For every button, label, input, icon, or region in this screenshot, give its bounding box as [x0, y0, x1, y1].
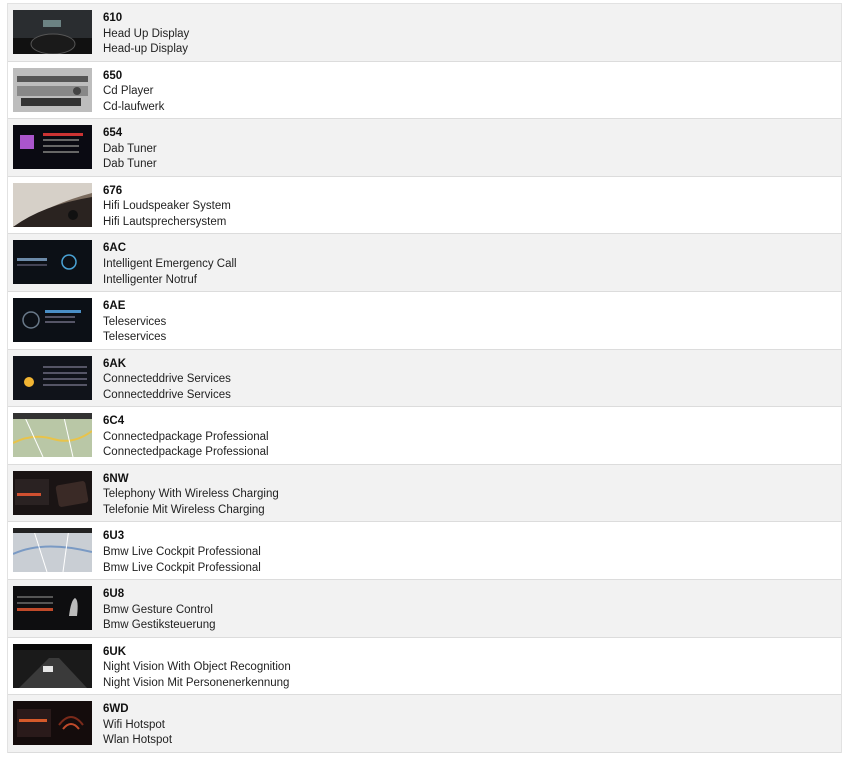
option-name-en: Cd Player [103, 85, 154, 98]
option-code: 610 [103, 12, 123, 24]
option-name-en: Intelligent Emergency Call [103, 257, 237, 270]
option-text: 6U8 Bmw Gesture Control Bmw Gestiksteuerun… [103, 587, 216, 634]
list-item[interactable]: 610 Head Up Display Head-up Display [8, 4, 841, 62]
list-item[interactable]: 6UK Night Vision With Object Recognition N… [8, 637, 841, 696]
option-name-de: Wlan Hotspot [103, 734, 173, 747]
option-text: 6UK Night Vision With Object Recognition N… [103, 645, 291, 692]
option-name-en: Dab Tuner [103, 142, 157, 155]
option-name-en: Bmw Live Cockpit Professional [103, 545, 261, 558]
option-code: 6UK [103, 645, 127, 658]
option-name-de: Head-up Display [103, 43, 189, 56]
option-text: 6C4 Connectedpackage Professional Connecte… [103, 414, 269, 461]
speaker-icon [13, 182, 92, 227]
list-item[interactable]: 676 Hifi Loudspeaker System Hifi Lautsprec… [8, 176, 841, 235]
option-name-en: Night Vision With Object Recognition [103, 661, 291, 674]
map-icon [13, 413, 92, 458]
option-code: 6NW [103, 472, 129, 485]
option-code: 676 [103, 184, 123, 197]
option-name-de: Dab Tuner [103, 158, 157, 171]
option-name-en: Telephony With Wireless Charging [103, 488, 279, 501]
option-text: 6AK Connecteddrive Services Connecteddrive… [103, 357, 231, 404]
option-text: 6AC Intelligent Emergency Call Intelligent… [103, 241, 237, 288]
option-text: 6U3 Bmw Live Cockpit Professional Bmw Live… [103, 529, 261, 576]
option-name-de: Hifi Lautsprechersystem [103, 215, 227, 228]
option-name-en: Teleservices [103, 315, 167, 328]
option-name-de: Night Vision Mit Personenerkennung [103, 676, 290, 689]
gesture-control-icon [13, 585, 92, 630]
option-text: 610 Head Up Display Head-up Display [103, 11, 189, 58]
option-code: 6U8 [103, 587, 125, 600]
list-item[interactable]: 6NW Telephony With Wireless Charging Telef… [8, 464, 841, 523]
option-name-en: Connectedpackage Professional [103, 430, 269, 443]
list-item[interactable]: 650 Cd Player Cd-laufwerk [8, 61, 841, 120]
option-name-de: Connecteddrive Services [103, 388, 231, 401]
list-item[interactable]: 654 Dab Tuner Dab Tuner [8, 119, 841, 177]
weather-screen-icon [13, 355, 92, 400]
option-name-en: Hifi Loudspeaker System [103, 200, 231, 213]
option-code: 6AK [103, 357, 127, 370]
wifi-hotspot-icon [13, 701, 92, 746]
teleservice-icon [13, 297, 92, 342]
option-name-en: Wifi Hotspot [103, 718, 165, 731]
option-code: 650 [103, 69, 123, 82]
option-name-de: Teleservices [103, 331, 167, 344]
list-item[interactable]: 6U8 Bmw Gesture Control Bmw Gestiksteuerun… [8, 579, 841, 638]
option-name-de: Cd-laufwerk [103, 100, 165, 113]
option-name-en: Connecteddrive Services [103, 373, 231, 386]
list-item[interactable]: 6C4 Connectedpackage Professional Connecte… [8, 407, 841, 465]
navigation-map-icon [13, 528, 92, 573]
option-name-de: Bmw Gestiksteuerung [103, 619, 216, 632]
list-item[interactable]: 6U3 Bmw Live Cockpit Professional Bmw Live… [8, 522, 841, 580]
list-item[interactable]: 6AC Intelligent Emergency Call Intelligent… [8, 234, 841, 292]
options-list: 610 Head Up Display Head-up Display 650 Cd P… [7, 3, 842, 753]
option-code: 6WD [103, 703, 129, 716]
option-text: 676 Hifi Loudspeaker System Hifi Lautsprec… [103, 184, 231, 231]
option-code: 6AE [103, 299, 126, 312]
option-text: 6AE Teleservices Teleservices [103, 299, 166, 346]
option-code: 6U3 [103, 530, 125, 543]
option-text: 6NW Telephony With Wireless Charging Telef… [103, 472, 279, 519]
option-text: 654 Dab Tuner Dab Tuner [103, 126, 157, 173]
option-name-en: Head Up Display [103, 27, 190, 40]
night-vision-icon [13, 643, 92, 688]
option-text: 6WD Wifi Hotspot Wlan Hotspot [103, 702, 172, 749]
option-text: 650 Cd Player Cd-laufwerk [103, 69, 164, 116]
option-name-en: Bmw Gesture Control [103, 603, 213, 616]
radio-screen-icon [13, 125, 92, 170]
option-name-de: Connectedpackage Professional [103, 446, 269, 459]
list-item[interactable]: 6WD Wifi Hotspot Wlan Hotspot [8, 695, 841, 753]
emergency-call-icon [13, 240, 92, 285]
option-code: 6C4 [103, 415, 125, 428]
option-name-de: Intelligenter Notruf [103, 273, 197, 286]
hud-icon [13, 10, 92, 54]
option-code: 6AC [103, 242, 127, 255]
cd-player-icon [13, 67, 92, 112]
wireless-charging-icon [13, 470, 92, 515]
option-name-de: Telefonie Mit Wireless Charging [103, 503, 265, 516]
list-item[interactable]: 6AK Connecteddrive Services Connecteddrive… [8, 349, 841, 408]
list-item[interactable]: 6AE Teleservices Teleservices [8, 291, 841, 350]
option-code: 654 [103, 127, 123, 140]
option-name-de: Bmw Live Cockpit Professional [103, 561, 261, 574]
